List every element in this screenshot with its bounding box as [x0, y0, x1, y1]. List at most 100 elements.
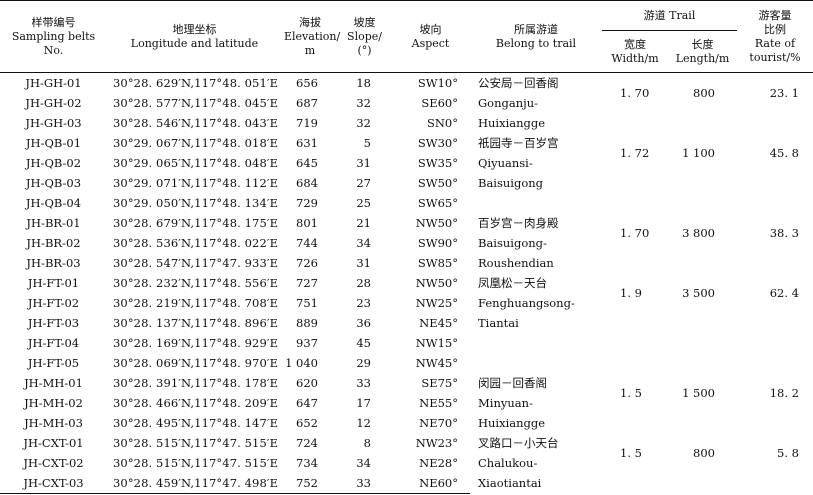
aspect-cell: SE60°: [421, 96, 458, 110]
elevation-cell: 687: [296, 96, 318, 110]
trail-width-cell: 1. 5: [620, 386, 642, 400]
tourist-rate-cell: 38. 3: [769, 226, 799, 240]
slope-header-zh: 坡度: [353, 15, 376, 29]
aspect-cell: NE28°: [419, 456, 458, 470]
coord-cell: 30°28. 629′N,117°48. 051′E: [113, 76, 279, 90]
elevation-cell: 652: [296, 416, 318, 430]
aspect-cell: NE70°: [419, 416, 458, 430]
slope-header-en1: Slope/: [347, 29, 382, 43]
slope-cell: 27: [356, 176, 371, 190]
aspect-cell: SW30°: [417, 136, 458, 150]
trail-belong-header-en: Belong to trail: [495, 36, 577, 50]
slope-cell: 31: [356, 156, 371, 170]
slope-cell: 18: [356, 76, 371, 90]
table-row: JH-FT-01 30°28. 232′N,117°48. 556′E 727 28 N…: [0, 273, 813, 330]
slope-cell: 29: [356, 356, 371, 370]
trail-name-cell: 闵园－回香阁 Minyuan- Huixiangge: [470, 373, 602, 433]
table-row: JH-BR-01 30°28. 679′N,117°48. 175′E 801 21 N…: [0, 213, 813, 270]
trail-length-cell: 3 500: [682, 286, 715, 300]
belt-id-cell: JH-GH-03: [25, 116, 82, 130]
belt-id-cell: JH-FT-02: [27, 296, 80, 310]
elevation-cell: 744: [296, 236, 318, 250]
trail-name-en2: Roushendian: [478, 256, 554, 270]
col-length-header: 长度 Length/m: [668, 30, 737, 73]
elev-header-zh: 海拔: [299, 15, 321, 29]
trail-name-zh: 凤凰松－天台: [478, 276, 547, 290]
coord-cell: 30°28. 546′N,117°48. 043′E: [113, 116, 279, 130]
coord-header-en: Longitude and latitude: [130, 36, 259, 50]
trail-name-en2: Baisuigong: [478, 176, 544, 190]
belt-id-cell: JH-MH-01: [24, 376, 83, 390]
col-slope-header: 坡度 Slope/ (°): [338, 0, 391, 73]
elevation-cell: 645: [296, 156, 318, 170]
belt-id-cell: JH-QB-04: [25, 196, 82, 210]
col-belt-header: 样带编号 Sampling belts No.: [0, 0, 107, 73]
trail-length-cell: 800: [693, 86, 715, 100]
belt-id-cell: JH-QB-03: [25, 176, 82, 190]
width-header-zh: 宽度: [624, 37, 646, 51]
elevation-cell: 937: [296, 336, 318, 350]
trail-length-cell: 1 100: [682, 146, 715, 160]
trail-name-zh: 叉路口－小天台: [478, 436, 559, 450]
table-row: JH-CXT-01 30°28. 515′N,117°47. 515′E 724 8 N…: [0, 433, 813, 490]
trail-length-cell: 3 800: [682, 226, 715, 240]
trail-width-cell: 1. 72: [620, 146, 650, 160]
aspect-cell: SE75°: [421, 376, 458, 390]
trail-name-en2: Tiantai: [478, 316, 519, 330]
slope-cell: 34: [356, 236, 371, 250]
slope-cell: 12: [356, 416, 371, 430]
col-elevation-header: 海拔 Elevation/ m: [282, 0, 340, 73]
belt-id-cell: JH-QB-01: [25, 136, 82, 150]
elevation-cell: 684: [296, 176, 318, 190]
coord-cell: 30°28. 679′N,117°48. 175′E: [113, 216, 279, 230]
belt-id-cell: JH-QB-02: [25, 156, 82, 170]
sampling-belts-table: 样带编号 Sampling belts No. 地理坐标 Longitude a…: [0, 0, 813, 494]
trail-name-cell: 祇园寺－百岁宫 Qiyuansi- Baisuigong: [470, 133, 602, 213]
elev-header-en2: m: [304, 43, 316, 57]
trail-name-en2: Huixiangge: [478, 116, 546, 130]
belt-header-en: Sampling belts No.: [11, 29, 96, 57]
aspect-header-zh: 坡向: [419, 22, 442, 36]
aspect-cell: SW90°: [417, 236, 458, 250]
table-row: JH-GH-01 30°28. 629′N,117°48. 051′E 656 18 S…: [0, 73, 813, 130]
coord-header-zh: 地理坐标: [172, 22, 217, 36]
aspect-cell: SW35°: [417, 156, 458, 170]
slope-cell: 34: [356, 456, 371, 470]
elevation-cell: 631: [296, 136, 318, 150]
aspect-cell: NW50°: [415, 276, 458, 290]
col-aspect-header: 坡向 Aspect: [391, 0, 470, 73]
belt-id-cell: JH-MH-02: [24, 396, 83, 410]
trail-name-en1: Chalukou-: [478, 456, 538, 470]
elevation-cell: 752: [282, 473, 338, 494]
trail-width-cell: 1. 9: [620, 286, 642, 300]
coord-cell: 30°28. 466′N,117°48. 209′E: [113, 396, 279, 410]
belt-header-zh: 样带编号: [31, 15, 76, 29]
elevation-cell: 801: [296, 216, 318, 230]
coord-cell: 30°28. 232′N,117°48. 556′E: [113, 276, 279, 290]
slope-cell: 25: [356, 196, 371, 210]
aspect-cell: NW23°: [415, 436, 458, 450]
trail-name-en1: Baisuigong-: [478, 236, 547, 250]
belt-id-cell: JH-CXT-02: [23, 456, 84, 470]
aspect-cell: NE45°: [419, 316, 458, 330]
trail-name-zh: 百岁宫－肉身殿: [478, 216, 559, 230]
belt-id-cell: JH-FT-01: [27, 276, 80, 290]
elevation-cell: 889: [296, 316, 318, 330]
belt-id-cell: JH-FT-05: [27, 356, 80, 370]
aspect-cell: NW15°: [415, 336, 458, 350]
coord-cell: 30°28. 391′N,117°48. 178′E: [113, 376, 279, 390]
tourist-rate-cell: 18. 2: [769, 386, 799, 400]
trail-name-zh: 公安局－回香阁: [478, 76, 559, 90]
elevation-cell: 726: [296, 256, 318, 270]
coord-cell: 30°29. 065′N,117°48. 048′E: [113, 156, 279, 170]
aspect-cell: NE60°: [391, 473, 470, 494]
aspect-cell: NW50°: [415, 216, 458, 230]
coord-cell: 30°28. 495′N,117°48. 147′E: [113, 416, 279, 430]
belt-id-cell: JH-BR-03: [26, 256, 81, 270]
trail-length-cell: 1 500: [682, 386, 715, 400]
coord-cell: 30°29. 071′N,117°48. 112′E: [113, 176, 279, 190]
coord-cell: 30°28. 536′N,117°48. 022′E: [113, 236, 279, 250]
coord-cell: 30°28. 137′N,117°48. 896′E: [113, 316, 279, 330]
table-row: JH-MH-01 30°28. 391′N,117°48. 178′E 620 33 S…: [0, 373, 813, 430]
slope-cell: 23: [356, 296, 371, 310]
